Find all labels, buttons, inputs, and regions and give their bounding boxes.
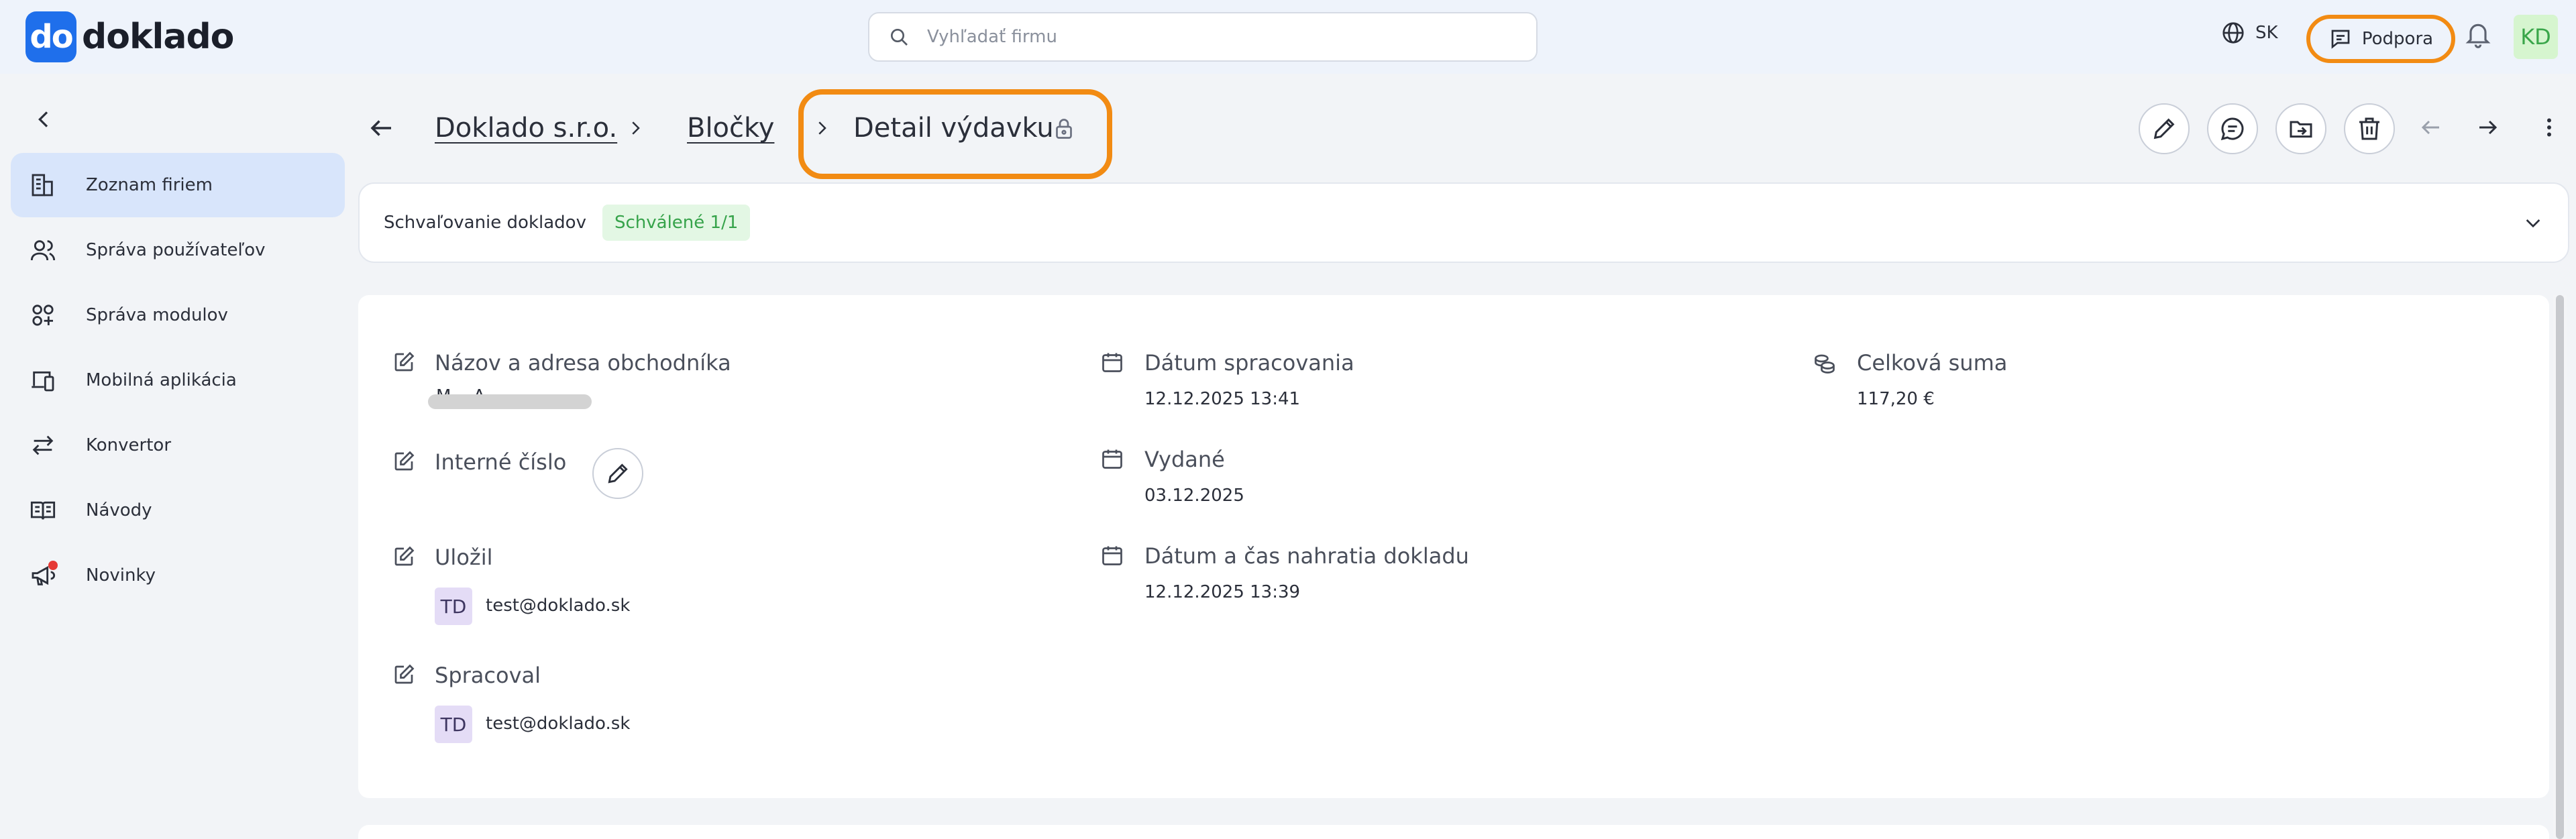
redacted-overlay bbox=[428, 394, 592, 409]
sidebar-item-guides[interactable]: Návody bbox=[11, 478, 345, 543]
support-button[interactable]: Podpora bbox=[2306, 15, 2455, 63]
sidebar-item-mobile-app[interactable]: Mobilná aplikácia bbox=[11, 348, 345, 412]
sidebar: Zoznam firiem Správa používateľov Správa… bbox=[0, 74, 356, 839]
breadcrumb-company[interactable]: Doklado s.r.o. bbox=[435, 113, 617, 144]
pencil-icon bbox=[2153, 118, 2175, 139]
scrollbar-thumb[interactable] bbox=[2556, 295, 2564, 839]
move-folder-button[interactable] bbox=[2275, 103, 2326, 154]
search-bar[interactable] bbox=[868, 12, 1538, 62]
processed-by-avatar: TD bbox=[435, 706, 472, 743]
internal-number-label: Interné číslo bbox=[435, 449, 567, 475]
sidebar-item-label: Mobilná aplikácia bbox=[86, 370, 237, 390]
back-button[interactable] bbox=[368, 114, 396, 145]
chevron-left-icon bbox=[38, 111, 48, 127]
search-icon bbox=[891, 29, 908, 46]
calendar-icon bbox=[1102, 546, 1122, 565]
buildings-icon bbox=[32, 174, 53, 197]
sidebar-item-label: Konvertor bbox=[86, 435, 172, 455]
arrow-left-icon bbox=[370, 120, 391, 136]
processing-date-value: 12.12.2025 13:41 bbox=[1144, 389, 1301, 409]
logo-text: doklado bbox=[82, 17, 234, 57]
breadcrumb-section[interactable]: Bločky bbox=[687, 113, 774, 144]
modules-icon bbox=[32, 304, 54, 326]
sidebar-item-converter[interactable]: Konvertor bbox=[11, 413, 345, 478]
delete-button[interactable] bbox=[2344, 103, 2395, 154]
sidebar-item-companies[interactable]: Zoznam firiem bbox=[11, 153, 345, 217]
calendar-icon bbox=[1102, 353, 1122, 372]
calendar-icon bbox=[1102, 449, 1122, 469]
sidebar-item-label: Správa používateľov bbox=[86, 240, 266, 260]
chevron-down-icon[interactable] bbox=[2522, 212, 2544, 233]
language-label: SK bbox=[2255, 23, 2278, 43]
upload-date-label: Dátum a čas nahratia dokladu bbox=[1144, 543, 1469, 569]
page-title: Detail výdavku bbox=[853, 113, 1054, 144]
book-icon bbox=[30, 501, 56, 520]
edit-field-icon bbox=[394, 664, 415, 684]
sidebar-item-news[interactable]: Novinky bbox=[11, 543, 345, 608]
logo-mark: do bbox=[25, 11, 76, 62]
folder-move-icon bbox=[2290, 121, 2312, 138]
arrow-left-icon bbox=[2421, 120, 2439, 135]
coins-icon bbox=[1815, 354, 1835, 374]
comment-icon bbox=[2220, 117, 2244, 141]
edit-button[interactable] bbox=[2139, 103, 2190, 154]
total-label: Celková suma bbox=[1857, 350, 2008, 376]
saved-by-label: Uložil bbox=[435, 545, 493, 570]
users-icon bbox=[30, 240, 56, 261]
sidebar-nav: Zoznam firiem Správa používateľov Správa… bbox=[11, 153, 345, 608]
search-input[interactable] bbox=[927, 27, 1504, 47]
edit-field-icon bbox=[394, 451, 415, 471]
upload-date-value: 12.12.2025 13:39 bbox=[1144, 582, 1301, 602]
sidebar-item-modules[interactable]: Správa modulov bbox=[11, 283, 345, 347]
logo[interactable]: do doklado bbox=[25, 11, 234, 63]
issued-label: Vydané bbox=[1144, 447, 1225, 472]
edit-field-icon bbox=[394, 351, 415, 372]
total-value: 117,20 € bbox=[1857, 389, 1935, 409]
saved-by-email: test@doklado.sk bbox=[486, 596, 631, 616]
processing-date-label: Dátum spracovania bbox=[1144, 350, 1354, 376]
chevron-right-icon bbox=[632, 121, 640, 135]
saved-by-avatar: TD bbox=[435, 588, 472, 625]
pencil-icon bbox=[608, 463, 628, 484]
notifications-button[interactable] bbox=[2463, 20, 2493, 52]
previous-document-button[interactable] bbox=[2419, 115, 2443, 142]
kebab-menu-icon bbox=[2547, 118, 2551, 137]
sidebar-item-users[interactable]: Správa používateľov bbox=[11, 218, 345, 282]
edit-internal-number-button[interactable] bbox=[592, 448, 643, 499]
chevron-right-icon bbox=[818, 121, 826, 135]
processed-by-label: Spracoval bbox=[435, 663, 541, 688]
sidebar-item-label: Správa modulov bbox=[86, 305, 228, 325]
arrow-right-icon bbox=[2479, 120, 2498, 135]
top-bar: do doklado SK Podpora KD bbox=[0, 0, 2576, 74]
sidebar-item-label: Novinky bbox=[86, 565, 156, 585]
globe-icon bbox=[2222, 22, 2244, 44]
mobile-app-icon bbox=[32, 371, 54, 392]
sidebar-item-label: Návody bbox=[86, 500, 152, 520]
next-document-button[interactable] bbox=[2475, 115, 2500, 142]
approval-panel[interactable]: Schvaľovanie dokladov Schválené 1/1 bbox=[358, 182, 2569, 263]
unread-dot bbox=[48, 561, 58, 570]
merchant-label: Názov a adresa obchodníka bbox=[435, 350, 731, 376]
trash-icon bbox=[2359, 117, 2379, 140]
language-switcher[interactable]: SK bbox=[2220, 20, 2278, 46]
lock-icon bbox=[1056, 119, 1072, 139]
collapse-sidebar-button[interactable] bbox=[34, 109, 55, 133]
next-section-card bbox=[358, 825, 2549, 839]
approval-label: Schvaľovanie dokladov bbox=[384, 213, 586, 233]
edit-field-icon bbox=[394, 546, 415, 566]
comment-button[interactable] bbox=[2207, 103, 2258, 154]
megaphone-icon-wrap bbox=[30, 561, 58, 589]
issued-value: 03.12.2025 bbox=[1144, 486, 1244, 506]
more-options-button[interactable] bbox=[2537, 115, 2561, 142]
user-avatar[interactable]: KD bbox=[2514, 15, 2558, 59]
sidebar-item-label: Zoznam firiem bbox=[86, 175, 213, 195]
converter-icon bbox=[32, 435, 54, 455]
processed-by-email: test@doklado.sk bbox=[486, 714, 631, 734]
approval-status-badge: Schválené 1/1 bbox=[602, 205, 751, 241]
bell-icon bbox=[2465, 23, 2491, 48]
chat-icon bbox=[2331, 30, 2350, 49]
support-label: Podpora bbox=[2361, 29, 2434, 49]
